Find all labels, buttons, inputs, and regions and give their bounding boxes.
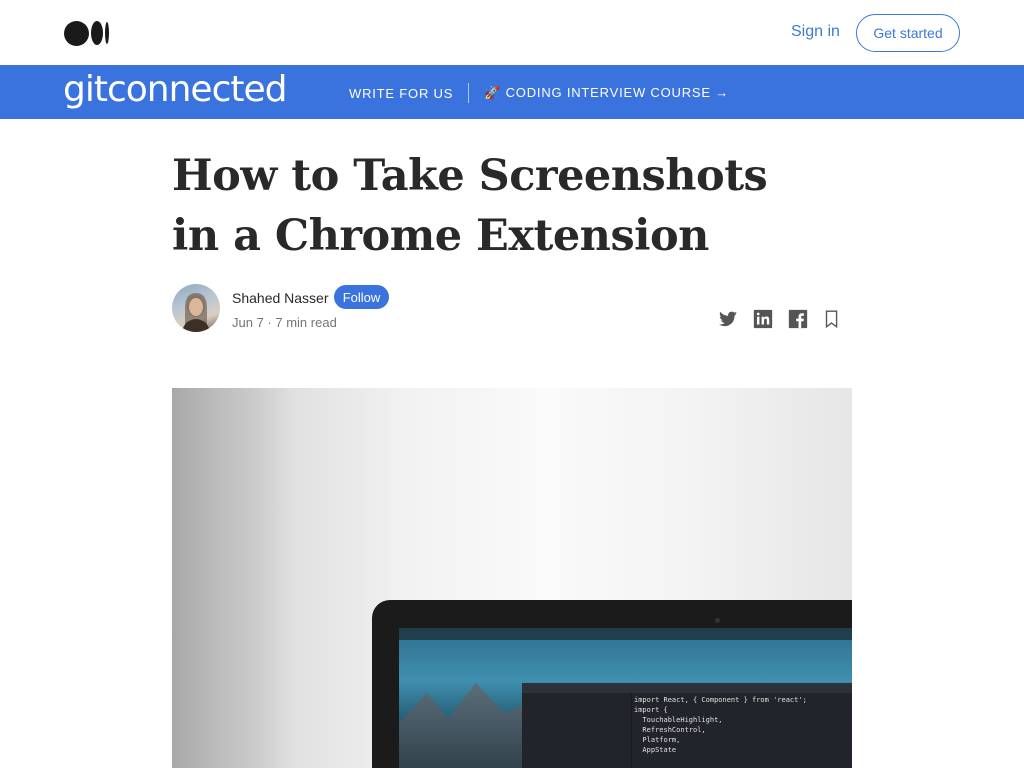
screen-menubar (399, 628, 852, 640)
editor-file-tree (522, 693, 632, 768)
twitter-icon[interactable] (717, 308, 739, 330)
get-started-button[interactable]: Get started (856, 14, 960, 52)
nav-divider (468, 83, 470, 103)
publication-logo[interactable]: gitconnected (63, 69, 287, 110)
code-line: import React, { Component } from 'react'… (634, 696, 807, 704)
editor-titlebar (522, 683, 852, 693)
article-meta: Jun 7 · 7 min read (232, 315, 337, 330)
hero-background-shadow (172, 388, 292, 768)
code-line: TouchableHighlight, (634, 716, 723, 724)
article-title: How to Take Screenshots in a Chrome Exte… (172, 151, 768, 261)
top-navigation-bar: Sign in Get started (0, 0, 1024, 65)
code-editor-window: import React, { Component } from 'react'… (522, 683, 852, 768)
code-line: AppState (634, 746, 677, 754)
meta-separator: · (263, 315, 276, 330)
code-line: RefreshControl, (634, 726, 706, 734)
write-for-us-link[interactable]: WRITE FOR US (349, 86, 453, 101)
publish-date: Jun 7 (232, 315, 264, 330)
author-name[interactable]: Shahed Nasser (232, 290, 329, 306)
linkedin-icon[interactable] (752, 308, 774, 330)
laptop-camera (715, 618, 720, 623)
bookmark-icon[interactable] (821, 308, 843, 330)
hero-image: import React, { Component } from 'react'… (172, 388, 852, 768)
medium-logo-icon[interactable] (64, 20, 110, 46)
code-line: Platform, (634, 736, 681, 744)
mountain-wallpaper (399, 683, 539, 768)
code-line: import { (634, 706, 668, 714)
facebook-icon[interactable] (787, 308, 809, 330)
publication-nav: WRITE FOR US 🚀 CODING INTERVIEW COURSE → (349, 83, 729, 103)
follow-button[interactable]: Follow (334, 285, 389, 309)
laptop-screen: import React, { Component } from 'react'… (399, 628, 852, 768)
author-avatar[interactable] (172, 284, 220, 332)
publication-bar: gitconnected WRITE FOR US 🚀 CODING INTER… (0, 65, 1024, 119)
sign-in-link[interactable]: Sign in (791, 23, 840, 41)
editor-code: import React, { Component } from 'react'… (634, 695, 807, 755)
coding-interview-course-link[interactable]: 🚀 CODING INTERVIEW COURSE → (484, 85, 729, 101)
read-time: 7 min read (275, 315, 337, 330)
